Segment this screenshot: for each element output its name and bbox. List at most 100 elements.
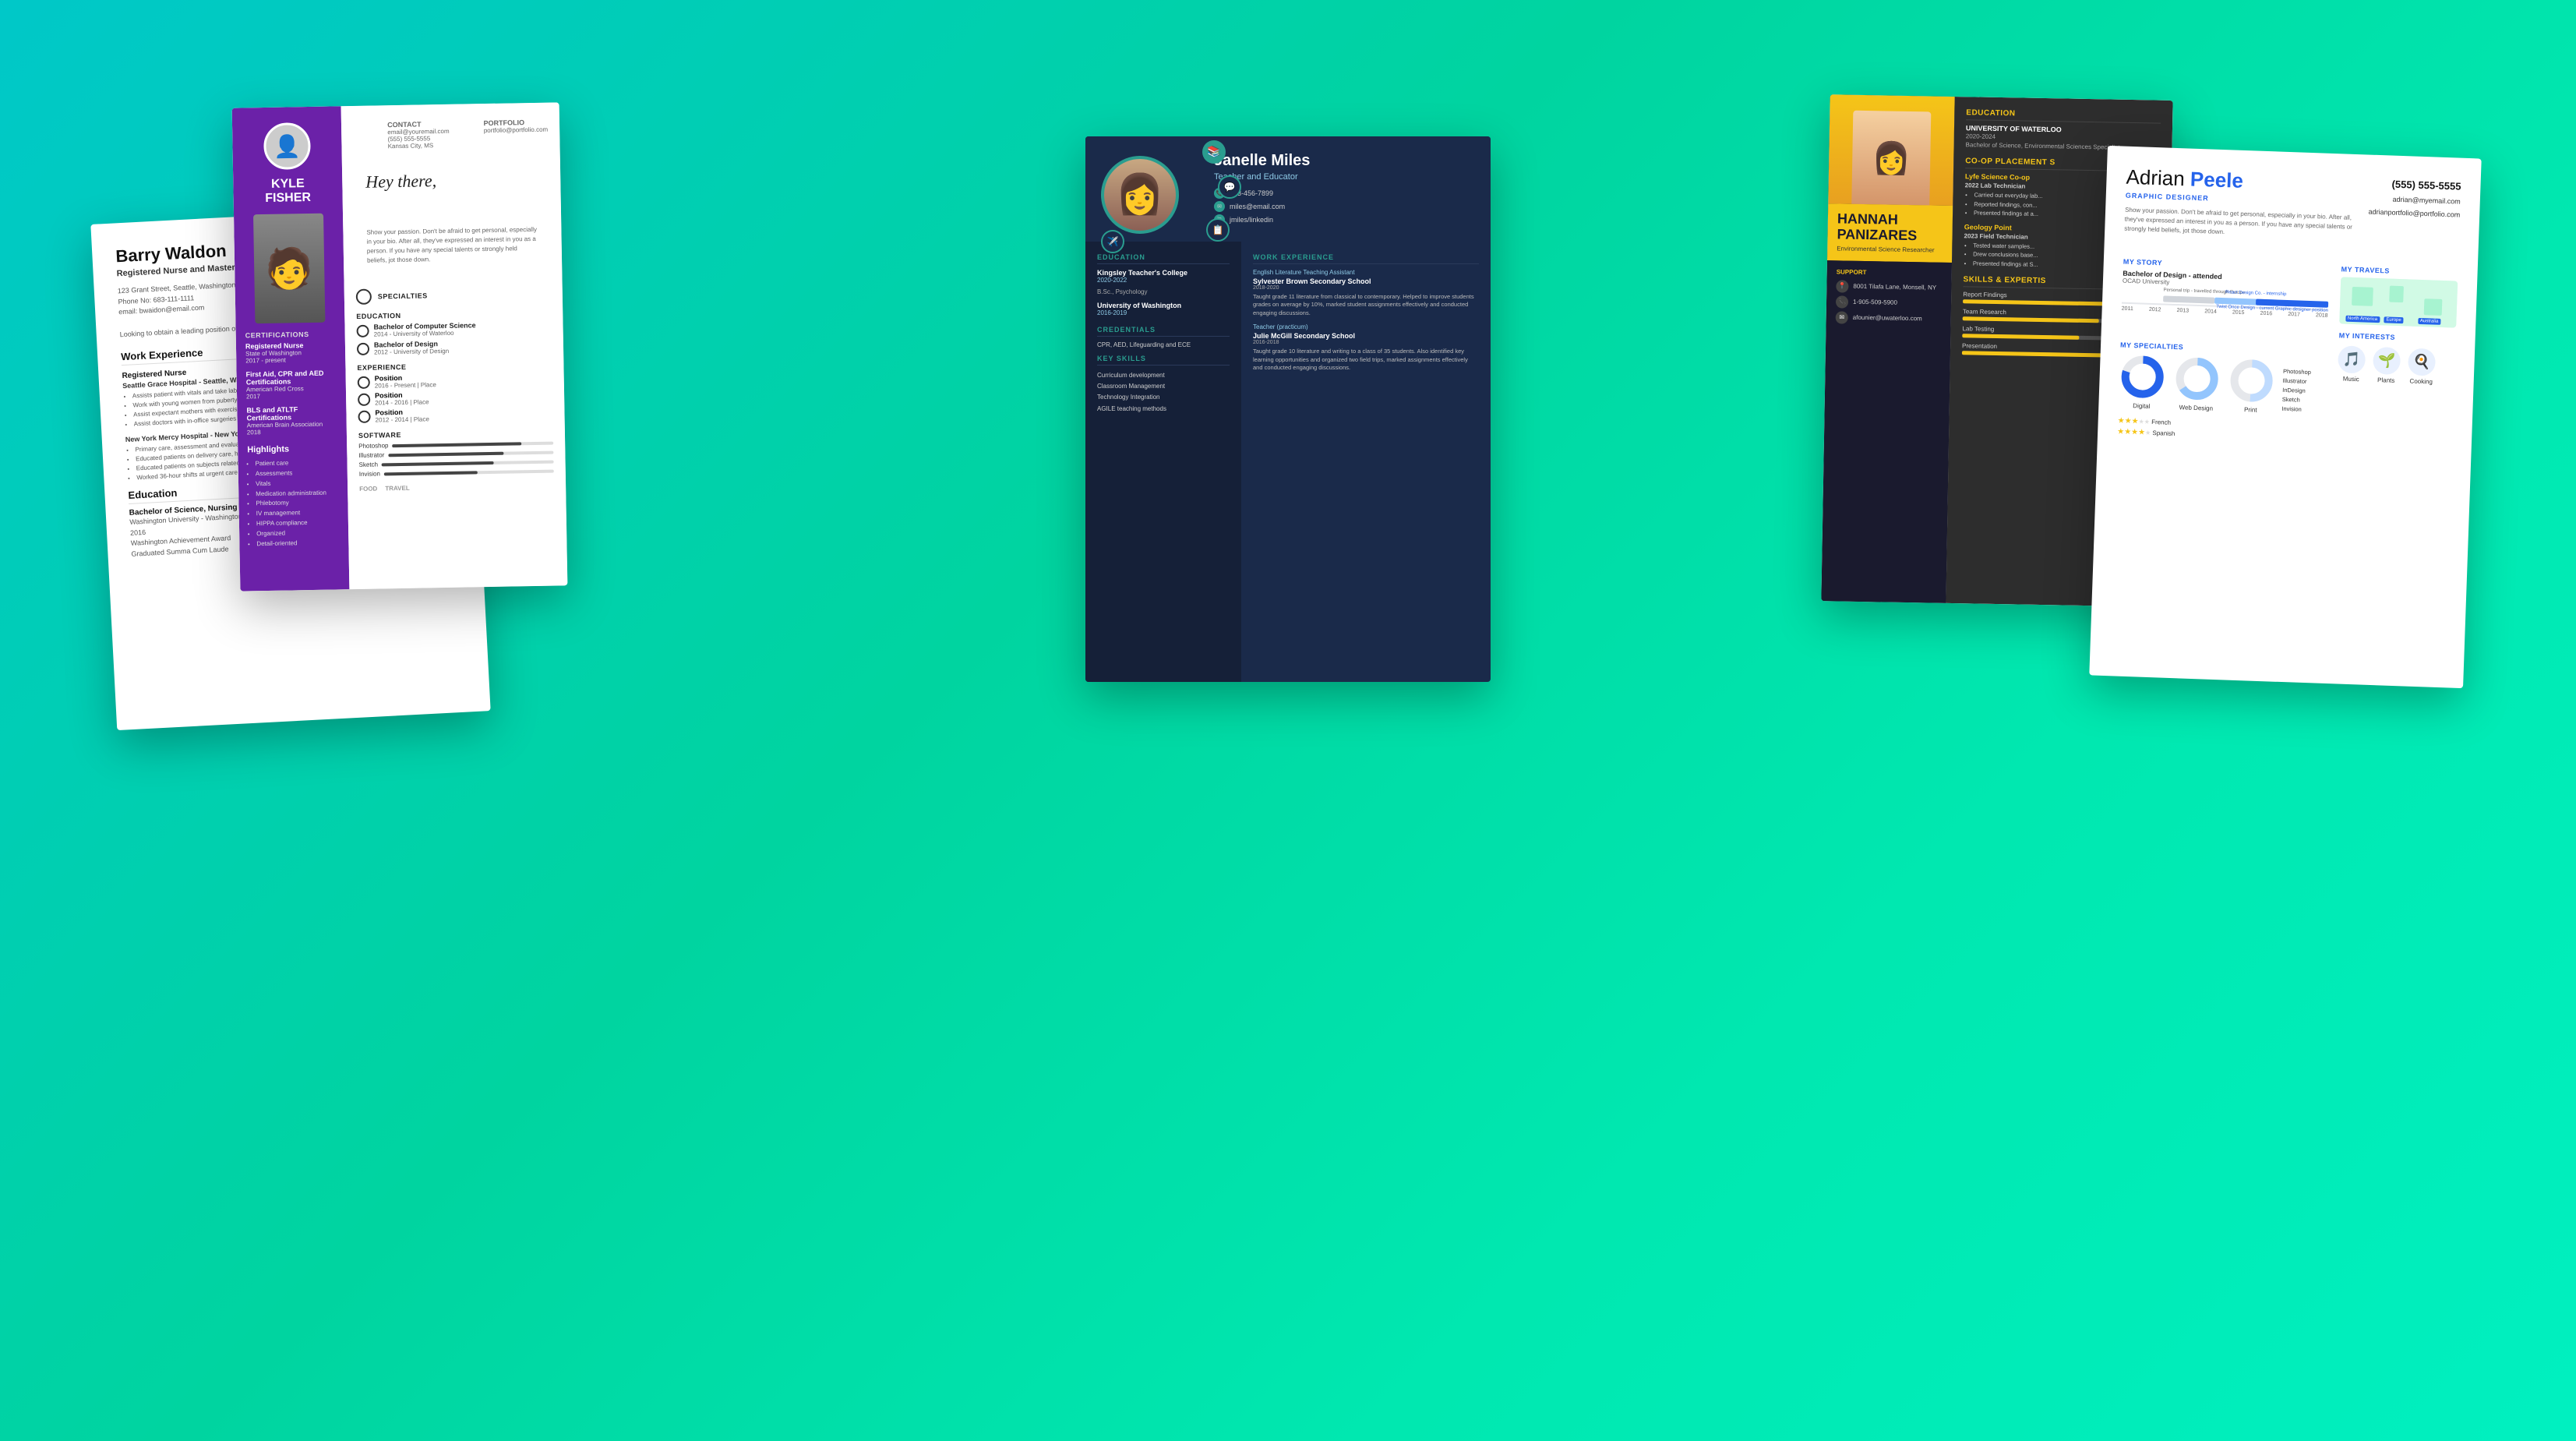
hannah-edu-title: EDUCATION: [1966, 108, 2161, 123]
janelle-right-col: WORK EXPERIENCE English Literature Teach…: [1241, 242, 1491, 682]
resume-card-adrian: Adrian Peele GRAPHIC DESIGNER Show your …: [2089, 145, 2481, 687]
kyle-edu1: Bachelor of Computer Science 2014 - Univ…: [356, 320, 551, 337]
kyle-food-travel: FOOD TRAVEL: [359, 482, 554, 492]
hannah-support-label: Support: [1837, 268, 1943, 277]
janelle-work2-date: 2016-2018: [1253, 340, 1479, 345]
adrian-right: MY TRAVELS North America Europe Australi…: [2335, 256, 2458, 449]
adrian-specialties-row: Digital Web Design P: [2118, 352, 2326, 415]
janelle-phone: 📞 243-456-7899: [1214, 188, 1475, 199]
hannah-role: Environmental Science Researcher: [1837, 244, 1943, 254]
kyle-sidebar: 👤 KYLEFISHER 🧑 Certifications Registered…: [232, 106, 350, 591]
kyle-exp-icon2: [358, 393, 370, 405]
email-icon: ✉: [1214, 201, 1225, 212]
phone-icon: 📞: [1836, 295, 1848, 308]
adrian-contact: (555) 555-5555 adrian@myemail.com adrian…: [2368, 174, 2461, 221]
kyle-highlights: Patient care Assessments Vitals Medicati…: [247, 457, 339, 549]
kyle-highlights-title: Highlights: [247, 443, 337, 454]
hannah-name-area: HANNAHPANIZARES Environmental Science Re…: [1827, 203, 1953, 263]
interest-music: 🎵 Music: [2338, 344, 2366, 382]
cooking-icon: 🍳: [2408, 348, 2436, 376]
music-icon: 🎵: [2338, 344, 2366, 373]
travel-au-label: Australia: [2418, 317, 2441, 324]
kyle-exp-icon3: [358, 410, 370, 422]
adrian-left: MY STORY Bachelor of Design - attended O…: [2117, 249, 2330, 445]
adrian-skill-bars: Photoshop Illustrator InDesign Sket: [2281, 367, 2326, 415]
kyle-exp1: Position2016 - Present | Place: [358, 371, 552, 389]
janelle-role: Teacher and Educator: [1214, 172, 1475, 182]
plants-icon: 🌱: [2373, 346, 2401, 374]
hannah-left-col: 👩 HANNAHPANIZARES Environmental Science …: [1821, 94, 1954, 603]
email-icon: ✉: [1836, 311, 1848, 323]
kyle-sw-label: SOFTWARE: [358, 428, 553, 439]
donut-webdesign: Web Design: [2172, 354, 2221, 411]
janelle-cred-items: CPR, AED, Lifeguarding and ECE: [1097, 341, 1230, 348]
kyle-cert2: First Aid, CPR and AED Certifications Am…: [246, 369, 337, 400]
janelle-edu1-date: 2020-2022: [1097, 277, 1230, 284]
scene: Barry Waldon Registered Nurse and Master…: [80, 58, 2496, 1383]
resume-card-kyle: 👤 KYLEFISHER 🧑 Certifications Registered…: [232, 102, 568, 591]
janelle-work1-desc: Taught grade 11 literature from classica…: [1253, 293, 1479, 318]
kyle-exp3: Position2012 - 2014 | Place: [358, 405, 552, 423]
adrian-header: Adrian Peele GRAPHIC DESIGNER Show your …: [2124, 165, 2461, 249]
janelle-edu2-school: University of Washington: [1097, 302, 1230, 309]
kyle-edu-icon2: [357, 342, 369, 355]
hannah-contact-area: Support 📍 8001 Tilafa Lane, Monsell, NY …: [1821, 260, 1952, 603]
kyle-sw-sketch: Sketch: [359, 457, 554, 468]
kyle-exp2: Position2014 - 2016 | Place: [358, 388, 552, 406]
node3: 📋: [1206, 218, 1230, 242]
timeline-bar1: [2163, 295, 2214, 303]
location-icon: 📍: [1836, 280, 1848, 292]
interest-plants: 🌱 Plants: [2373, 346, 2401, 383]
kyle-top-contact: CONTACT email@youremail.com (555) 555-55…: [353, 118, 549, 150]
north-america-region: [2352, 286, 2373, 306]
hannah-contact1: 📍 8001 Tilafa Lane, Monsell, NY: [1836, 280, 1942, 294]
kyle-exp-section: EXPERIENCE Position2016 - Present | Plac…: [357, 360, 552, 423]
kyle-edu-section: EDUCATION Bachelor of Computer Science 2…: [356, 309, 552, 355]
hannah-contact3: ✉ afounier@uwaterloo.com: [1836, 311, 1942, 325]
travel-na-label: North America: [2345, 315, 2380, 323]
adrian-name: Adrian Peele: [2126, 165, 2358, 196]
hannah-name: HANNAHPANIZARES: [1837, 211, 1943, 244]
janelle-skills-title: KEY SKILLS: [1097, 355, 1230, 366]
adrian-languages: ★★★★★ French ★★★★★ Spanish: [2117, 416, 2324, 443]
donut-digital: Digital: [2118, 352, 2166, 410]
kyle-specialties-row: SPECIALTIES: [356, 285, 551, 304]
janelle-edu1-school: Kingsley Teacher's College: [1097, 269, 1230, 277]
janelle-name: Janelle Miles: [1214, 152, 1475, 170]
node1: 📚: [1202, 140, 1226, 164]
node4: ✈️: [1101, 230, 1124, 253]
janelle-info: Janelle Miles Teacher and Educator 📞 243…: [1214, 152, 1475, 228]
janelle-email: ✉ miles@email.com: [1214, 201, 1475, 212]
kyle-man-photo: 🧑: [253, 213, 325, 323]
janelle-work2-company: Julie McGill Secondary School: [1253, 332, 1479, 340]
adrian-body: MY STORY Bachelor of Design - attended O…: [2117, 249, 2458, 450]
interests-row: 🎵 Music 🌱 Plants 🍳 Cooking: [2338, 344, 2456, 385]
kyle-edu-icon1: [356, 324, 369, 337]
skill-sketch: Sketch: [2282, 395, 2325, 404]
kyle-cert3: BLS and ATLTF Certifications American Br…: [246, 404, 337, 436]
adrian-name-area: Adrian Peele GRAPHIC DESIGNER Show your …: [2124, 165, 2358, 245]
janelle-main: EDUCATION Kingsley Teacher's College 202…: [1085, 242, 1491, 682]
kyle-cert1: Registered Nurse State of Washington 201…: [245, 341, 336, 364]
janelle-linkedin: in jmiles/linkedin: [1214, 214, 1475, 225]
kyle-photo: 👤: [263, 122, 311, 169]
kyle-sw-photoshop: Photoshop: [358, 439, 553, 449]
skill-photoshop: Photoshop: [2283, 367, 2326, 376]
skill-invision: Invision: [2281, 404, 2324, 413]
kyle-spec-icon: [356, 288, 372, 304]
janelle-edu-title: EDUCATION: [1097, 253, 1230, 264]
kyle-travel-label: TRAVEL: [385, 484, 410, 492]
janelle-work1-title: English Literature Teaching Assistant: [1253, 269, 1479, 276]
donut-print: Print: [2227, 356, 2275, 414]
adrian-timeline: 20112012201320142015201620172018 Persona…: [2121, 290, 2329, 336]
janelle-photo: 👩: [1101, 156, 1179, 234]
janelle-work2-desc: Taught grade 10 literature and writing t…: [1253, 348, 1479, 373]
janelle-work-title: WORK EXPERIENCE: [1253, 253, 1479, 264]
node2: 💬: [1218, 175, 1241, 199]
hannah-contact2: 📞 1-905-509-5900: [1836, 295, 1942, 309]
janelle-cred-title: CREDENTIALS: [1097, 326, 1230, 337]
janelle-work1-company: Sylvester Brown Secondary School: [1253, 277, 1479, 285]
janelle-work1-date: 2018-2020: [1253, 285, 1479, 291]
kyle-food-label: FOOD: [359, 485, 377, 492]
janelle-work2-title: Teacher (practicum): [1253, 323, 1479, 330]
